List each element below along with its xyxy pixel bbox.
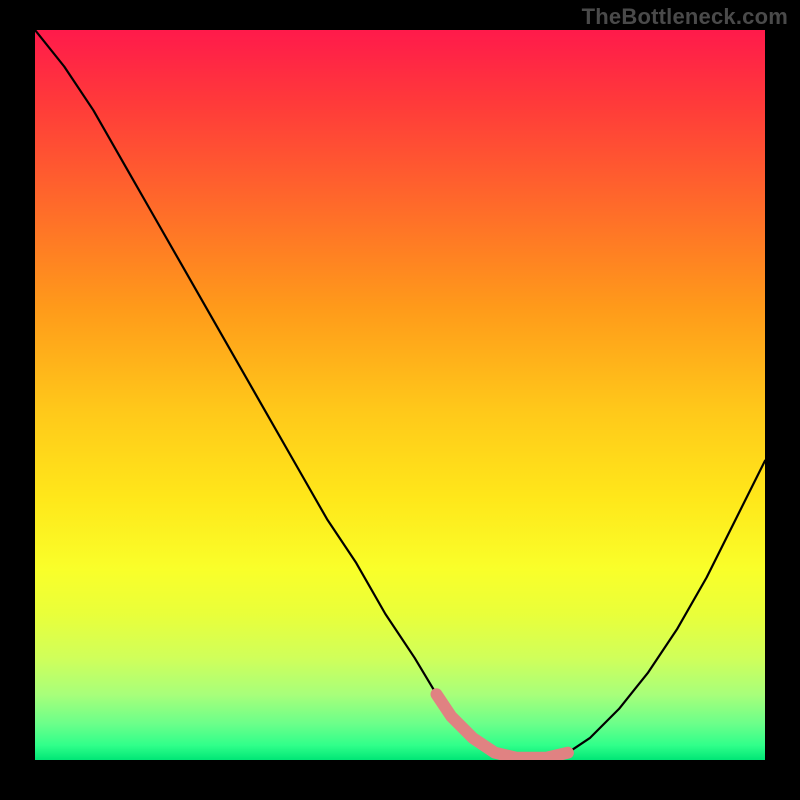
curve-svg <box>35 30 765 760</box>
watermark-text: TheBottleneck.com <box>582 4 788 30</box>
main-curve <box>35 30 765 758</box>
highlight-curve <box>437 694 568 758</box>
chart-frame: TheBottleneck.com <box>0 0 800 800</box>
plot-area <box>35 30 765 760</box>
